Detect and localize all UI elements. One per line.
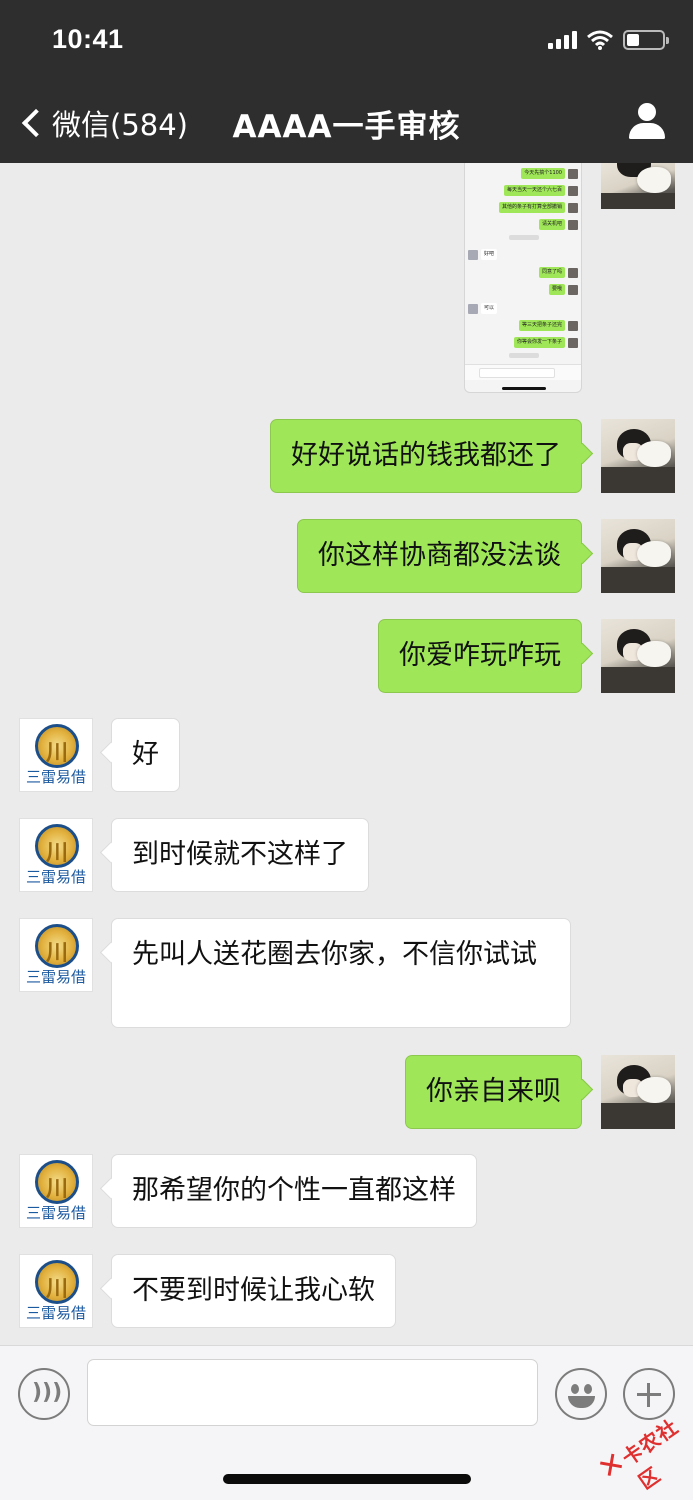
preview-message-row: 等三天把条子还完	[518, 320, 565, 331]
chat-title: AAAA一手审核	[232, 109, 461, 145]
my-avatar[interactable]	[601, 519, 675, 593]
voice-toggle-button[interactable]: )))	[18, 1368, 70, 1420]
message-list[interactable]: 今天先搞个1100 每天当天一天还个六七百 其他的条子有打算全部撤销请关机吧好吧同意…	[0, 163, 693, 1345]
contact-logo-text: 三雷易借	[25, 768, 86, 786]
my-avatar[interactable]	[601, 619, 675, 693]
preview-avatar	[568, 321, 578, 331]
contact-avatar[interactable]: 川三雷易借	[19, 918, 93, 992]
status-icons	[548, 30, 669, 50]
preview-message-row: 同意了吗	[538, 267, 565, 278]
top-bar: 10:41 微信(584) AAAA一手审核	[0, 0, 693, 163]
incoming-message[interactable]: 先叫人送花圈去你家，不信你试试	[111, 918, 571, 1028]
preview-message-row: 要哦	[548, 284, 565, 295]
preview-message-row: 可以	[481, 303, 498, 314]
wifi-icon	[587, 30, 613, 50]
outgoing-message[interactable]: 你亲自来呗	[405, 1055, 582, 1129]
preview-message-row: 其他的条子有打算全部撤销	[499, 202, 565, 213]
logo-icon: 川	[35, 724, 79, 768]
status-time: 10:41	[52, 24, 124, 54]
my-avatar[interactable]	[601, 419, 675, 493]
preview-avatar	[568, 186, 578, 196]
preview-home-indicator	[502, 387, 546, 390]
message-input[interactable]	[87, 1359, 538, 1426]
preview-message-row: 今天先搞个1100	[521, 168, 565, 179]
preview-avatar	[468, 250, 478, 260]
contact-logo-text: 三雷易借	[25, 1304, 86, 1322]
emoji-icon	[571, 1384, 579, 1394]
preview-timestamp	[509, 353, 539, 358]
preview-message-row: 每天当天一天还个六七百	[503, 185, 565, 196]
preview-message-row: 好吧	[481, 249, 498, 260]
outgoing-message[interactable]: 你爱咋玩咋玩	[378, 619, 582, 693]
preview-avatar	[568, 169, 578, 179]
user-body-icon	[629, 123, 665, 139]
preview-message-row: 你等会你发一下条子	[513, 337, 565, 348]
preview-input-bar	[465, 364, 581, 380]
emoji-button[interactable]	[555, 1368, 607, 1420]
incoming-message[interactable]: 好	[111, 718, 180, 792]
user-head-icon	[638, 103, 656, 121]
logo-icon: 川	[35, 824, 79, 868]
logo-icon: 川	[35, 1160, 79, 1204]
contact-avatar[interactable]: 川三雷易借	[19, 1254, 93, 1328]
my-avatar[interactable]	[601, 1055, 675, 1129]
battery-level	[627, 34, 639, 46]
outgoing-message[interactable]: 你这样协商都没法谈	[297, 519, 582, 593]
preview-timestamp	[509, 235, 539, 240]
contact-avatar[interactable]: 川三雷易借	[19, 718, 93, 792]
incoming-message[interactable]: 到时候就不这样了	[111, 818, 369, 892]
cellular-signal-icon	[548, 31, 577, 49]
contact-logo-text: 三雷易借	[25, 868, 86, 886]
incoming-message[interactable]: 不要到时候让我心软	[111, 1254, 396, 1328]
preview-message-row: 请关机吧	[538, 219, 565, 230]
logo-icon: 川	[35, 924, 79, 968]
my-avatar[interactable]	[601, 163, 675, 209]
contact-avatar[interactable]: 川三雷易借	[19, 1154, 93, 1228]
logo-icon: 川	[35, 1260, 79, 1304]
chat-info-button[interactable]	[627, 103, 667, 141]
contact-logo-text: 三雷易借	[25, 968, 86, 986]
home-indicator[interactable]	[223, 1474, 471, 1484]
preview-avatar	[568, 268, 578, 278]
voice-icon: )))	[32, 1380, 63, 1405]
incoming-message[interactable]: 那希望你的个性一直都这样	[111, 1154, 477, 1228]
preview-avatar	[568, 285, 578, 295]
contact-avatar[interactable]: 川三雷易借	[19, 818, 93, 892]
outgoing-message[interactable]: 好好说话的钱我都还了	[270, 419, 582, 493]
preview-avatar	[468, 304, 478, 314]
preview-avatar	[568, 338, 578, 348]
preview-avatar	[568, 220, 578, 230]
image-message-screenshot[interactable]: 今天先搞个1100 每天当天一天还个六七百 其他的条子有打算全部撤销请关机吧好吧同意…	[464, 163, 582, 393]
contact-logo-text: 三雷易借	[25, 1204, 86, 1222]
preview-avatar	[568, 203, 578, 213]
battery-icon	[623, 30, 669, 50]
